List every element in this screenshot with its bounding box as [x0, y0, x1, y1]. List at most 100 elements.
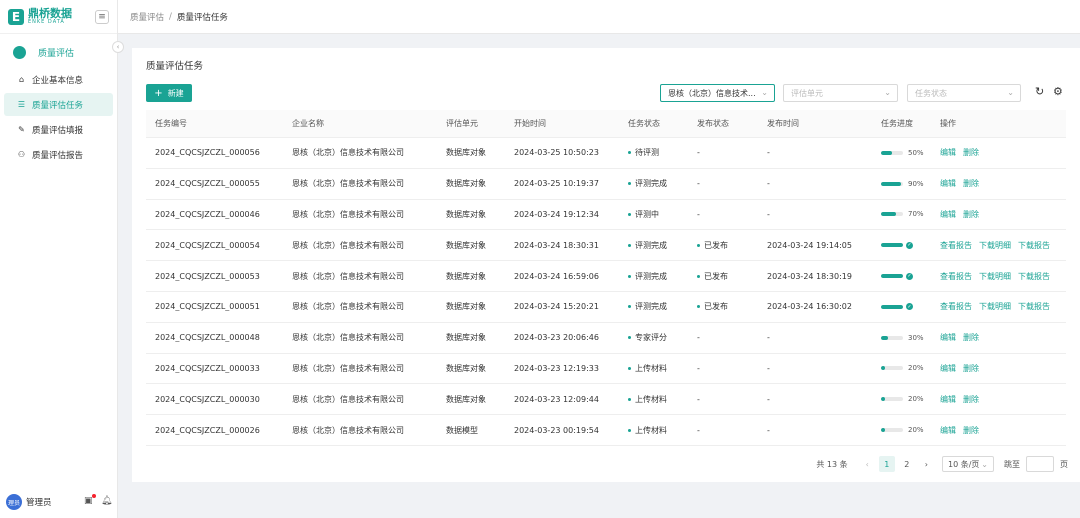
action-link[interactable]: 编辑 [940, 395, 956, 404]
action-link[interactable]: 删除 [963, 148, 979, 157]
action-link[interactable]: 编辑 [940, 426, 956, 435]
task-status: 待评测 [619, 147, 688, 158]
breadcrumb-parent[interactable]: 质量评估 [130, 11, 164, 23]
progress-track [881, 181, 903, 186]
logo-mark-icon: E [8, 8, 24, 25]
chevron-down-icon: ⌄ [761, 88, 768, 97]
action-link[interactable]: 下载报告 [1018, 241, 1050, 250]
status-dot-icon [628, 305, 631, 309]
user-name: 管理员 [26, 498, 52, 508]
task-status: 上传材料 [619, 394, 688, 405]
sidebar-menu: ⌂ 企业基本信息 ☰ 质量评估任务 ✎ 质量评估填报 ⚇ 质量评估报告 [0, 68, 117, 166]
evaluation-unit: 数据库对象 [446, 271, 486, 281]
company-name: 恩核（北京）信息技术有限公司 [292, 425, 404, 435]
company-name: 恩核（北京）信息技术有限公司 [292, 302, 404, 312]
refresh-icon[interactable]: ↻ [1035, 85, 1044, 98]
menu-toggle-icon[interactable]: ≡ [95, 9, 109, 24]
table-row: 2024_CQCSJZCZL_000055 恩核（北京）信息技术有限公司 数据库对象… [146, 169, 1066, 200]
progress-bar: ✓ [881, 272, 931, 280]
status-dot-icon [697, 274, 700, 278]
progress-track [881, 366, 903, 371]
pagination-total: 共 13 条 [816, 459, 848, 469]
progress-track [881, 304, 903, 309]
sidebar-section-quality[interactable]: 质量评估 [0, 38, 117, 66]
task-status-text: 专家评分 [635, 333, 667, 343]
task-progress: ✓ [872, 303, 931, 311]
task-status: 评测完成 [619, 271, 688, 282]
action-link[interactable]: 删除 [963, 333, 979, 342]
new-button-label: 新建 [167, 88, 184, 98]
progress-bar: 70% [881, 210, 931, 218]
task-code: 2024_CQCSJZCZL_000053 [155, 271, 260, 281]
task-progress: 30% [872, 334, 931, 342]
brand-logo[interactable]: E 鼎桥数据 ENKE DATA ≡ [0, 0, 117, 34]
building-icon: ⌂ [18, 75, 25, 84]
prev-page-icon[interactable]: ‹ [866, 460, 869, 469]
progress-track [881, 150, 903, 155]
settings-gear-icon[interactable]: ⚙ [1053, 85, 1063, 98]
action-link[interactable]: 编辑 [940, 210, 956, 219]
action-link[interactable]: 编辑 [940, 333, 956, 342]
page-size-select[interactable]: 10 条/页 ⌄ [942, 456, 994, 472]
action-link[interactable]: 下载明细 [979, 302, 1011, 311]
collapse-sidebar-icon[interactable]: ‹ [112, 41, 124, 53]
row-actions: 编辑 删除 [931, 209, 1066, 220]
action-link[interactable]: 下载明细 [979, 272, 1011, 281]
evaluation-unit: 数据库对象 [446, 363, 486, 373]
progress-percent: 20% [908, 364, 924, 373]
status-dot-icon [628, 151, 631, 155]
publish-status: - [688, 179, 758, 188]
start-time: 2024-03-23 20:06:46 [514, 333, 599, 343]
action-link[interactable]: 删除 [963, 395, 979, 404]
message-icon[interactable]: ▣ [84, 494, 96, 506]
task-code: 2024_CQCSJZCZL_000048 [155, 333, 260, 343]
action-link[interactable]: 删除 [963, 364, 979, 373]
action-link[interactable]: 查看报告 [940, 272, 972, 281]
company-select[interactable]: 恩核（北京）信息技术... ⌄ [660, 84, 775, 102]
progress-bar: 30% [881, 334, 931, 342]
column-header: 任务状态 [628, 119, 660, 128]
publish-status: - [688, 364, 758, 373]
progress-bar: 50% [881, 149, 931, 157]
action-link[interactable]: 编辑 [940, 148, 956, 157]
action-link[interactable]: 删除 [963, 426, 979, 435]
bell-icon[interactable]: 🔔︎ [101, 496, 112, 506]
company-name: 恩核（北京）信息技术有限公司 [292, 363, 404, 373]
progress-bar: ✓ [881, 241, 931, 249]
sidebar-item-3[interactable]: ✎ 质量评估填报 [4, 118, 113, 141]
action-link[interactable]: 删除 [963, 179, 979, 188]
form-icon: ✎ [18, 125, 25, 134]
action-link[interactable]: 查看报告 [940, 241, 972, 250]
action-link[interactable]: 下载报告 [1018, 272, 1050, 281]
row-actions: 编辑 删除 [931, 425, 1066, 436]
action-link[interactable]: 编辑 [940, 364, 956, 373]
publish-status-text: - [697, 363, 700, 373]
sidebar-item-4[interactable]: ⚇ 质量评估报告 [4, 143, 113, 166]
action-link[interactable]: 删除 [963, 210, 979, 219]
publish-status-text: 已发布 [704, 302, 728, 312]
task-code: 2024_CQCSJZCZL_000046 [155, 209, 260, 219]
status-select[interactable]: 任务状态 ⌄ [907, 84, 1021, 102]
task-status: 上传材料 [619, 363, 688, 374]
page-number-2[interactable]: 2 [899, 456, 915, 472]
action-link[interactable]: 编辑 [940, 179, 956, 188]
task-status-text: 评测完成 [635, 302, 667, 312]
status-dot-icon [628, 397, 631, 401]
action-link[interactable]: 下载明细 [979, 241, 1011, 250]
new-task-button[interactable]: + 新建 [146, 84, 192, 102]
avatar[interactable]: 理员 [6, 494, 22, 510]
sidebar-item-2[interactable]: ☰ 质量评估任务 [4, 93, 113, 116]
page-number-1[interactable]: 1 [878, 456, 895, 472]
next-page-icon[interactable]: › [925, 460, 928, 469]
user-report-icon: ⚇ [17, 150, 26, 159]
publish-status: 已发布 [688, 301, 758, 312]
publish-time: - [767, 179, 770, 189]
plus-icon: + [154, 87, 163, 99]
action-link[interactable]: 下载报告 [1018, 302, 1050, 311]
goto-page-input[interactable] [1026, 456, 1054, 472]
action-link[interactable]: 查看报告 [940, 302, 972, 311]
publish-status-text: - [697, 148, 700, 158]
unit-select[interactable]: 评估单元 ⌄ [783, 84, 898, 102]
sidebar-item-1[interactable]: ⌂ 企业基本信息 [4, 68, 113, 91]
publish-time: 2024-03-24 16:30:02 [767, 302, 852, 312]
